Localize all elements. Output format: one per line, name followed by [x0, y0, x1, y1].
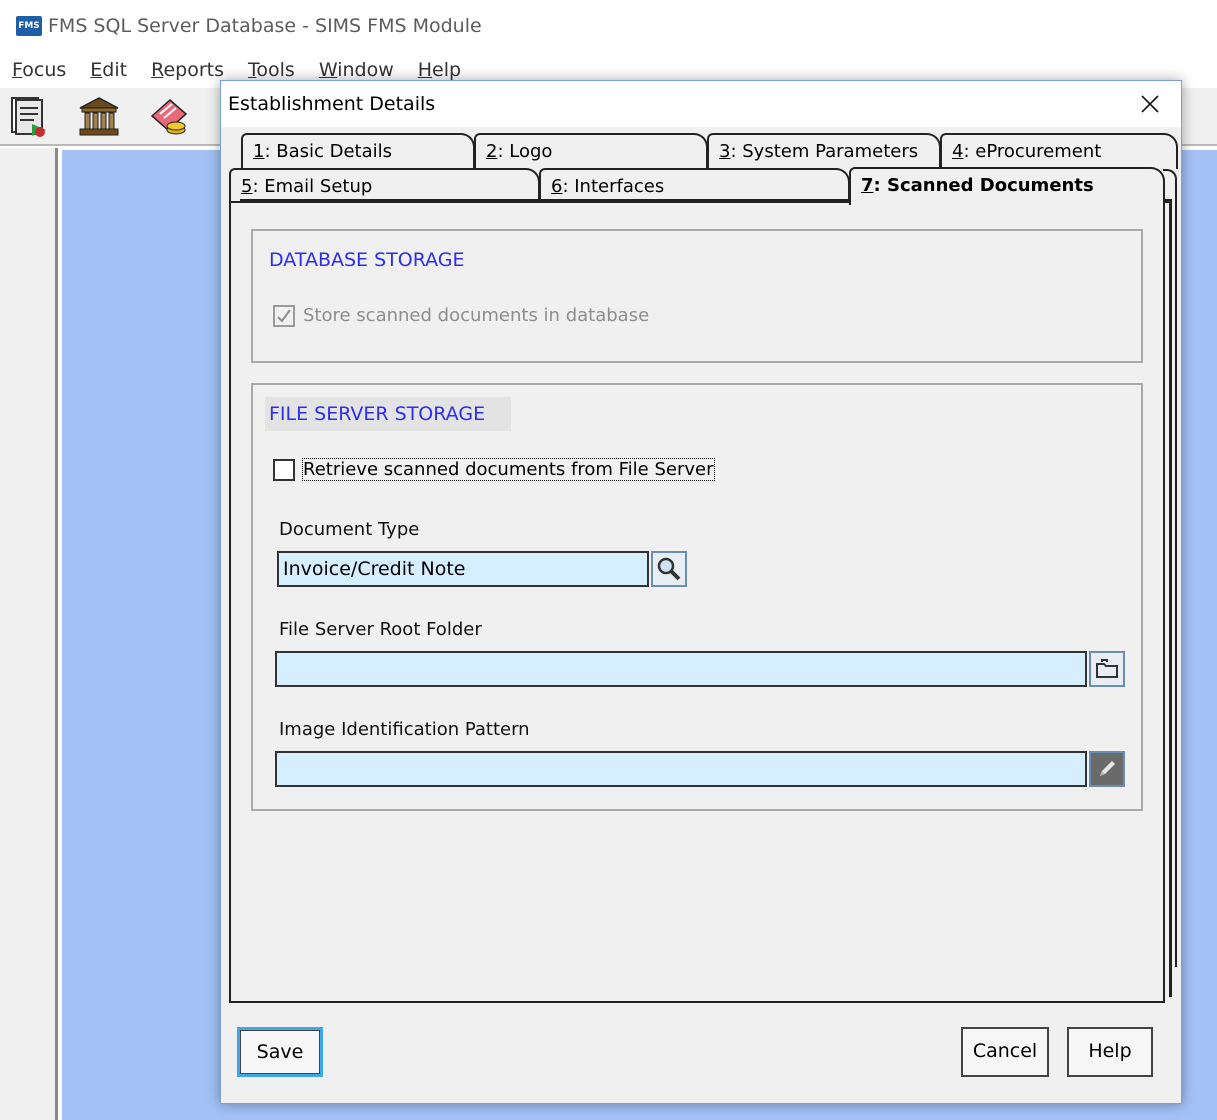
menu-reports[interactable]: Reports	[151, 59, 224, 81]
toolbar-ledger-button[interactable]	[6, 94, 52, 140]
file-server-storage-title: FILE SERVER STORAGE	[265, 397, 512, 431]
menu-help[interactable]: Help	[418, 59, 461, 81]
tab-panel-scanned-documents: DATABASE STORAGE Store scanned documents…	[229, 201, 1165, 1003]
tab-system-parameters[interactable]: 3: System Parameters	[707, 133, 941, 169]
document-type-field[interactable]: Invoice/Credit Note	[277, 551, 649, 587]
folder-icon	[1096, 659, 1118, 678]
magnifier-icon	[657, 557, 681, 581]
tab-interfaces[interactable]: 6: Interfaces	[539, 168, 850, 204]
checkmark-icon	[277, 309, 291, 323]
dialog-close-button[interactable]	[1137, 91, 1163, 117]
database-storage-group: DATABASE STORAGE Store scanned documents…	[251, 229, 1143, 363]
bank-icon	[79, 97, 119, 136]
document-type-label: Document Type	[279, 519, 420, 540]
ledger-icon	[11, 97, 46, 137]
left-strip	[0, 148, 58, 1120]
retrieve-from-file-server-checkbox[interactable]	[273, 459, 295, 481]
root-folder-label: File Server Root Folder	[279, 619, 482, 640]
document-type-search-button[interactable]	[651, 551, 687, 587]
help-button[interactable]: Help	[1067, 1027, 1153, 1077]
menu-edit[interactable]: Edit	[90, 59, 127, 81]
close-icon	[1141, 95, 1159, 113]
retrieve-from-file-server-label[interactable]: Retrieve scanned documents from File Ser…	[302, 458, 715, 481]
cheque-icon	[150, 99, 188, 135]
database-storage-title: DATABASE STORAGE	[269, 249, 465, 271]
toolbar-bank-button[interactable]	[76, 94, 122, 140]
tab-basic-details[interactable]: 1: Basic Details	[241, 133, 475, 169]
app-titlebar: FMS FMS SQL Server Database - SIMS FMS M…	[0, 0, 1217, 52]
dialog-titlebar: Establishment Details	[221, 81, 1181, 127]
app-title: FMS SQL Server Database - SIMS FMS Modul…	[48, 15, 482, 37]
tab-scanned-documents[interactable]: 7: Scanned Documents	[849, 167, 1165, 205]
root-folder-browse-button[interactable]	[1089, 651, 1125, 687]
menu-tools[interactable]: Tools	[248, 59, 295, 81]
tab-logo[interactable]: 2: Logo	[474, 133, 708, 169]
establishment-details-dialog: Establishment Details 1: Basic Details 2…	[220, 80, 1182, 1104]
file-server-storage-group: FILE SERVER STORAGE Retrieve scanned doc…	[251, 383, 1143, 811]
dialog-title: Establishment Details	[228, 93, 436, 115]
cancel-button[interactable]: Cancel	[961, 1027, 1049, 1077]
pencil-icon	[1100, 761, 1115, 776]
pattern-field[interactable]	[275, 751, 1087, 787]
toolbar-cheque-button[interactable]	[146, 94, 192, 140]
store-in-database-label: Store scanned documents in database	[303, 305, 650, 326]
pattern-label: Image Identification Pattern	[279, 719, 530, 740]
store-in-database-checkbox[interactable]	[273, 305, 295, 327]
app-logo-icon: FMS	[16, 16, 42, 36]
menu-focus[interactable]: Focus	[12, 59, 66, 81]
tab-row-edge	[1163, 169, 1177, 967]
pattern-edit-button[interactable]	[1089, 751, 1125, 787]
tab-eprocurement[interactable]: 4: eProcurement	[940, 133, 1178, 169]
tab-email-setup[interactable]: 5: Email Setup	[229, 168, 540, 204]
menu-window[interactable]: Window	[319, 59, 394, 81]
save-button[interactable]: Save	[237, 1027, 323, 1077]
root-folder-field[interactable]	[275, 651, 1087, 687]
